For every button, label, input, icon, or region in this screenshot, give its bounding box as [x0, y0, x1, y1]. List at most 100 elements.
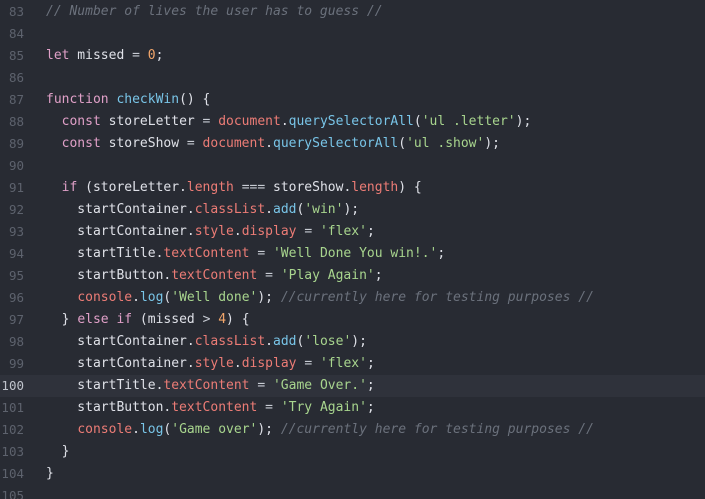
- code-editor[interactable]: 83 // Number of lives the user has to gue…: [0, 0, 705, 499]
- function-token: log: [139, 422, 164, 437]
- code-text-token: .: [233, 356, 242, 371]
- property-token: style: [194, 356, 234, 371]
- line-code: startTitle.textContent = 'Well Done You …: [46, 243, 445, 265]
- line-code: function checkWin() {: [46, 89, 210, 111]
- code-line[interactable]: 91 if (storeLetter.length === storeShow.…: [0, 177, 705, 199]
- code-text-token: .: [132, 422, 140, 437]
- property-token: display: [241, 356, 297, 371]
- code-text-token: ;: [366, 400, 375, 415]
- line-code: console.log('Game over'); //currently he…: [46, 419, 594, 441]
- code-text-token: .: [265, 136, 273, 151]
- operator-token: =: [265, 400, 273, 415]
- code-line[interactable]: 103 }: [0, 441, 705, 463]
- line-number: 102: [1, 422, 24, 437]
- code-line[interactable]: 105: [0, 485, 705, 499]
- string-token: 'flex': [319, 224, 367, 239]
- string-token: 'ul .letter': [421, 114, 516, 129]
- line-number: 100: [1, 378, 24, 393]
- code-line[interactable]: 88 const storeLetter = document.querySel…: [0, 111, 705, 133]
- code-line[interactable]: 97 } else if (missed > 4) {: [0, 309, 705, 331]
- code-text-token: startButton.: [46, 268, 172, 283]
- code-text-token: );: [351, 334, 367, 349]
- code-text-token: .: [265, 202, 273, 217]
- line-code: const storeLetter = document.querySelect…: [46, 111, 532, 133]
- property-token: classList: [194, 202, 266, 217]
- line-number: 84: [8, 26, 24, 41]
- number-token: 0: [147, 48, 156, 63]
- number-token: 4: [218, 312, 227, 327]
- string-token: 'Well done': [171, 290, 258, 305]
- line-number: 88: [8, 114, 24, 129]
- code-text-token: storeShow.: [265, 180, 352, 195]
- line-number: 95: [8, 268, 24, 283]
- code-text-token: missed: [69, 48, 133, 63]
- string-token: 'Well Done You win!.': [272, 246, 438, 261]
- code-text-token: ;: [366, 224, 375, 239]
- line-number: 97: [8, 312, 24, 327]
- code-line[interactable]: 94 startTitle.textContent = 'Well Done Y…: [0, 243, 705, 265]
- line-number: 103: [1, 444, 24, 459]
- code-text-token: startContainer.: [46, 356, 195, 371]
- line-code: startButton.textContent = 'Play Again';: [46, 265, 382, 287]
- code-text-token: );: [343, 202, 360, 217]
- line-code: startContainer.style.display = 'flex';: [46, 353, 374, 375]
- code-text-token: (: [398, 136, 407, 151]
- property-token: textContent: [171, 400, 258, 415]
- string-token: 'ul .show': [406, 136, 485, 151]
- string-token: 'lose': [304, 334, 352, 349]
- code-line[interactable]: 96 console.log('Well done'); //currently…: [0, 287, 705, 309]
- code-line[interactable]: 84: [0, 23, 705, 45]
- code-line[interactable]: 102 console.log('Game over'); //currentl…: [0, 419, 705, 441]
- code-line[interactable]: 89 const storeShow = document.querySelec…: [0, 133, 705, 155]
- line-number: 87: [8, 92, 24, 107]
- active-code-line[interactable]: 100 startTitle.textContent = 'Game Over.…: [0, 375, 705, 397]
- code-line[interactable]: 98 startContainer.classList.add('lose');: [0, 331, 705, 353]
- code-line[interactable]: 92 startContainer.classList.add('win');: [0, 199, 705, 221]
- line-number: 86: [8, 70, 24, 85]
- function-token: add: [273, 202, 297, 217]
- code-line[interactable]: 86: [0, 67, 705, 89]
- code-line[interactable]: 95 startButton.textContent = 'Play Again…: [0, 265, 705, 287]
- code-text-token: }: [46, 312, 78, 327]
- property-token: textContent: [163, 246, 250, 261]
- code-text-token: ) {: [398, 180, 422, 195]
- code-text-token: .: [265, 334, 273, 349]
- code-line[interactable]: 101 startButton.textContent = 'Try Again…: [0, 397, 705, 419]
- string-token: 'Try Again': [280, 400, 367, 415]
- code-line[interactable]: 87 function checkWin() {: [0, 89, 705, 111]
- code-line[interactable]: 90: [0, 155, 705, 177]
- code-line[interactable]: 83 // Number of lives the user has to gue…: [0, 1, 705, 23]
- code-line[interactable]: 85 let missed = 0;: [0, 45, 705, 67]
- line-code: startContainer.style.display = 'flex';: [46, 221, 375, 243]
- operator-token: =: [186, 136, 195, 151]
- code-text-token: ) {: [226, 312, 250, 327]
- property-token: length: [351, 180, 399, 195]
- code-text-token: () {: [179, 92, 211, 107]
- operator-token: =: [257, 246, 266, 261]
- code-line[interactable]: 104}: [0, 463, 705, 485]
- keyword-token: else: [77, 312, 109, 327]
- comment-token: //currently here for testing purposes //: [280, 290, 594, 305]
- code-line[interactable]: 99 startContainer.style.display = 'flex'…: [0, 353, 705, 375]
- code-text-token: ;: [366, 378, 375, 393]
- code-text-token: }: [46, 444, 70, 459]
- line-number: 105: [1, 488, 24, 499]
- code-text-token: startContainer.: [46, 202, 195, 217]
- function-token: add: [273, 334, 297, 349]
- line-code: startButton.textContent = 'Try Again';: [46, 397, 375, 419]
- line-number: 94: [8, 246, 24, 261]
- comment-token: //currently here for testing purposes //: [280, 422, 594, 437]
- property-token: document: [218, 114, 281, 129]
- line-code: if (storeLetter.length === storeShow.len…: [46, 177, 422, 199]
- code-text-token: startTitle.: [46, 246, 164, 261]
- string-token: 'Game over': [171, 422, 258, 437]
- code-line[interactable]: 93 startContainer.style.display = 'flex'…: [0, 221, 705, 243]
- line-code: startTitle.textContent = 'Game Over.';: [46, 375, 375, 397]
